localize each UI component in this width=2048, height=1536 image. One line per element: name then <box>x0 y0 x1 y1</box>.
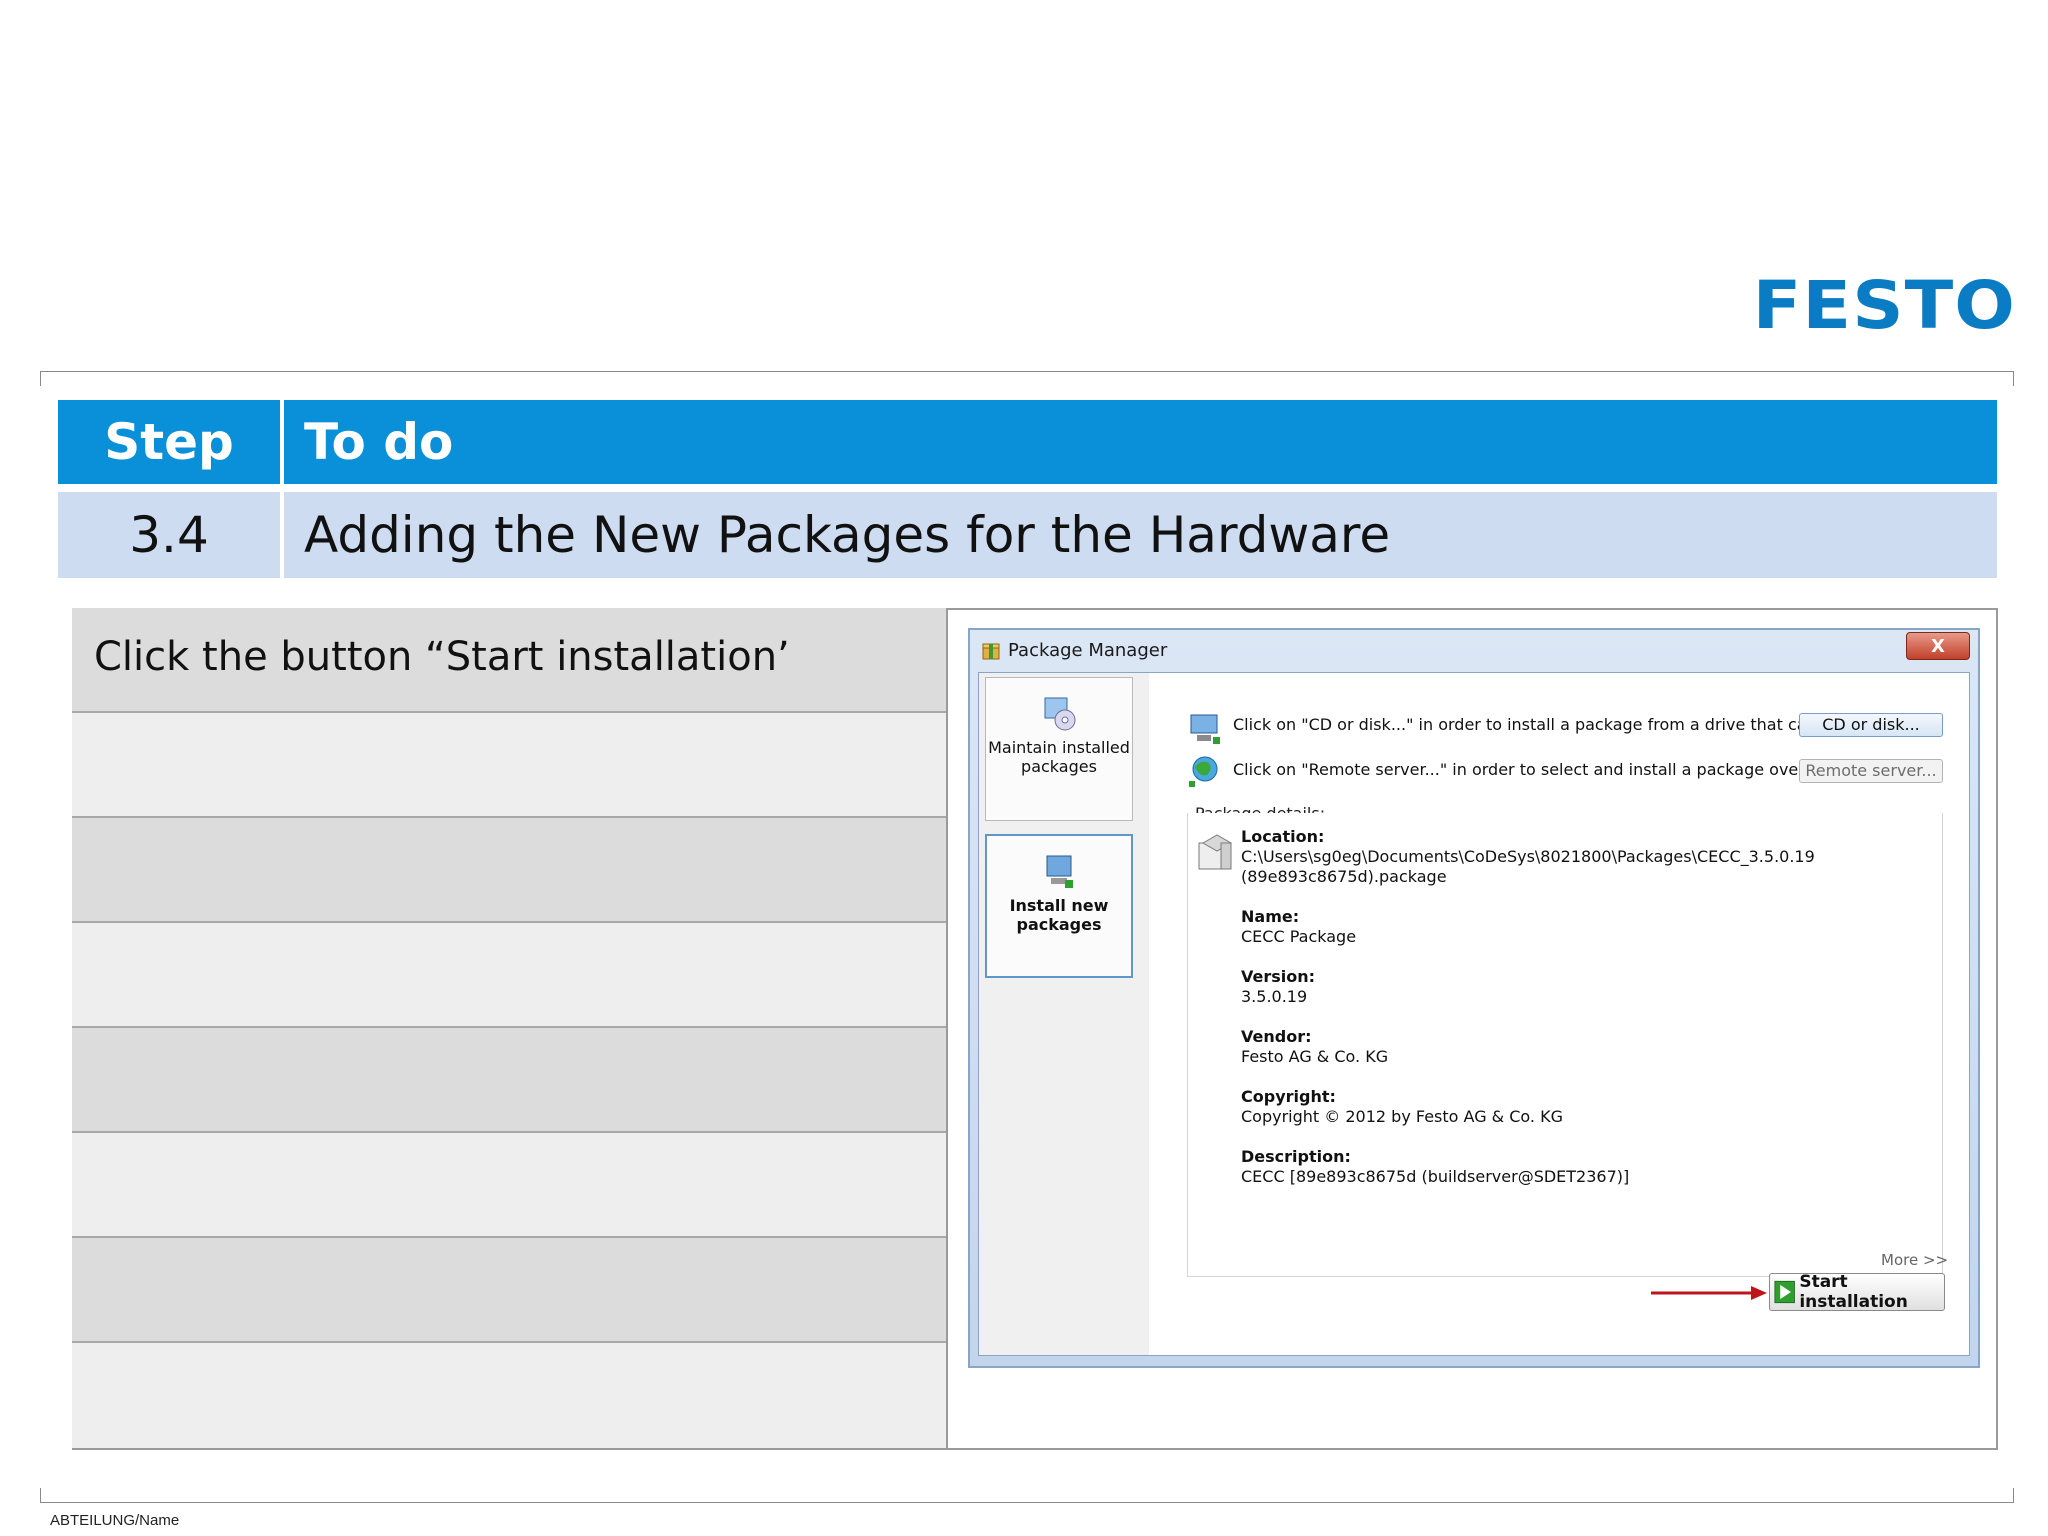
location-label: Location: <box>1241 827 1325 846</box>
instruction-row <box>72 1133 946 1238</box>
vendor-label: Vendor: <box>1241 1027 1312 1046</box>
start-installation-label: Start installation <box>1799 1272 1908 1312</box>
instruction-text <box>72 1133 946 1159</box>
version-label: Version: <box>1241 967 1316 986</box>
window-title: Package Manager <box>1008 640 1168 661</box>
version-value: 3.5.0.19 <box>1241 987 1308 1006</box>
festo-logo: FESTO <box>1752 267 2016 344</box>
header-todo: To do <box>284 400 1997 484</box>
cd-instruction-text: Click on "CD or disk..." in order to ins… <box>1233 715 1842 734</box>
footer-department: ABTEILUNG/Name <box>50 1512 180 1529</box>
location-value: C:\Users\sg0eg\Documents\CoDeSys\8021800… <box>1241 847 1815 866</box>
instruction-row <box>72 713 946 818</box>
instruction-text <box>72 1238 946 1264</box>
package-manager-window: Package Manager X Maintain installed pac… <box>968 628 1980 1368</box>
package-file-icon <box>1198 834 1233 870</box>
cd-or-disk-button[interactable]: CD or disk... <box>1799 713 1943 737</box>
computer-disk-icon <box>1190 714 1220 744</box>
name-value: CECC Package <box>1241 927 1357 946</box>
step-title: Adding the New Packages for the Hardware <box>284 492 1997 578</box>
install-new-packages-button[interactable]: Install new packages <box>985 834 1133 978</box>
side-panel: Maintain installed packages Install new … <box>979 673 1149 1355</box>
vendor-value: Festo AG & Co. KG <box>1241 1047 1389 1066</box>
maintain-packages-icon <box>1044 697 1076 731</box>
instruction-text <box>72 713 946 739</box>
package-icon <box>982 643 1000 660</box>
instruction-row <box>72 1343 946 1448</box>
step-number: 3.4 <box>58 492 280 578</box>
header-step: Step <box>58 400 280 484</box>
play-icon <box>1774 1280 1795 1304</box>
copyright-value: Copyright © 2012 by Festo AG & Co. KG <box>1241 1107 1563 1126</box>
install-packages-label: Install new packages <box>1009 896 1109 934</box>
remote-instruction-text: Click on "Remote server..." in order to … <box>1233 760 1837 779</box>
location-value-cont: (89e893c8675d).package <box>1241 867 1447 886</box>
remote-server-icon <box>1189 756 1218 787</box>
instruction-row <box>72 1028 946 1133</box>
maintain-installed-packages-button[interactable]: Maintain installed packages <box>985 677 1133 821</box>
instruction-row: Click the button “Start installation’ <box>72 608 946 713</box>
instruction-text <box>72 1343 946 1369</box>
maintain-packages-label: Maintain installed packages <box>988 738 1130 776</box>
window-client-area: Maintain installed packages Install new … <box>978 672 1970 1356</box>
slide-frame-bottom <box>40 1488 2014 1503</box>
start-installation-button[interactable]: Start installation <box>1769 1272 1945 1312</box>
instruction-text <box>72 923 946 949</box>
instruction-row <box>72 818 946 923</box>
copyright-label: Copyright: <box>1241 1087 1336 1106</box>
install-packages-icon <box>1046 855 1073 888</box>
instruction-text <box>72 1028 946 1054</box>
remote-server-button[interactable]: Remote server... <box>1799 759 1943 783</box>
instruction-row <box>72 923 946 1028</box>
description-value: CECC [89e893c8675d (buildserver@SDET2367… <box>1241 1167 1630 1186</box>
description-label: Description: <box>1241 1147 1351 1166</box>
instruction-column: Click the button “Start installation’ <box>72 608 948 1450</box>
instruction-row <box>72 1238 946 1343</box>
instruction-text: Click the button “Start installation’ <box>94 634 790 680</box>
close-button[interactable]: X <box>1906 632 1970 660</box>
instruction-text <box>72 818 946 844</box>
more-link[interactable]: More >> <box>1881 1251 1948 1269</box>
slide-frame-top <box>40 371 2014 386</box>
name-label: Name: <box>1241 907 1300 926</box>
red-arrow-indicator <box>1651 1286 1767 1300</box>
